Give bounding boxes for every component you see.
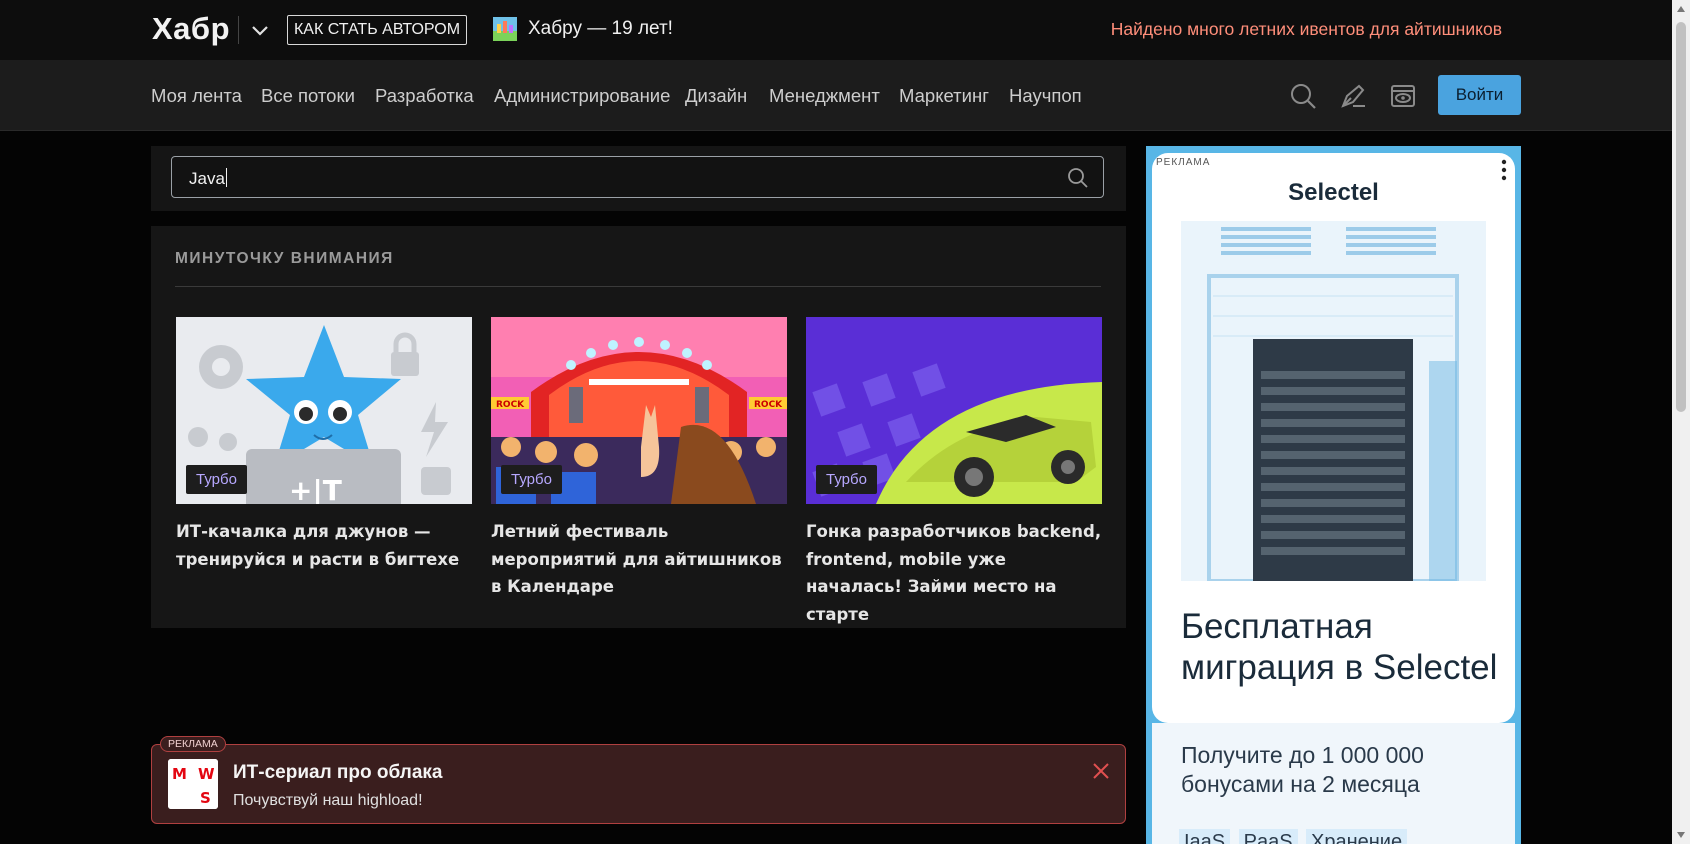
- card-tag[interactable]: Турбо: [501, 465, 562, 494]
- card-image[interactable]: +|T Турбо: [176, 317, 472, 504]
- divider: [175, 286, 1101, 287]
- card-title[interactable]: ИТ-качалка для джунов — тренируйся и рас…: [176, 518, 472, 573]
- ad-title[interactable]: ИТ-сериал про облака: [233, 762, 442, 784]
- nav-item-my-feed[interactable]: Моя лента: [151, 85, 242, 107]
- become-author-button[interactable]: КАК СТАТЬ АВТОРОМ: [287, 15, 467, 45]
- ad-tags: IaaS PaaS Хранение: [1179, 829, 1411, 844]
- nav-item-design[interactable]: Дизайн: [685, 85, 747, 107]
- habr-logo[interactable]: Хабр: [152, 11, 230, 47]
- mws-logo: M W S: [168, 759, 218, 809]
- nav-item-popsci[interactable]: Научпоп: [1009, 85, 1082, 107]
- selectel-logo: Selectel: [1288, 179, 1379, 206]
- promo-card[interactable]: +|T Турбо ИТ-качалка для джунов — тренир…: [176, 317, 472, 573]
- search-icon[interactable]: [1067, 167, 1089, 189]
- write-article-icon[interactable]: [1339, 82, 1367, 110]
- svg-text:S: S: [200, 789, 211, 807]
- login-button[interactable]: Войти: [1438, 75, 1521, 115]
- bottom-ad-banner[interactable]: РЕКЛАМА M W S ИТ-сериал про облака Почув…: [151, 736, 1126, 824]
- svg-text:W: W: [198, 765, 215, 783]
- nav-item-administration[interactable]: Администрирование: [494, 85, 670, 107]
- ad-subtitle[interactable]: Почувствуй наш highload!: [233, 792, 423, 810]
- svg-text:+|T: +|T: [289, 474, 342, 504]
- anniversary-link[interactable]: Хабру — 19 лет!: [528, 18, 673, 40]
- scroll-thumb[interactable]: [1676, 22, 1686, 412]
- card-tag[interactable]: Турбо: [186, 465, 247, 494]
- attention-section: МИНУТОЧКУ ВНИМАНИЯ +|T Турбо ИТ-качалка …: [151, 226, 1126, 628]
- card-title[interactable]: Гонка разработчиков backend, frontend, m…: [806, 518, 1102, 628]
- scroll-down-arrow[interactable]: [1677, 832, 1685, 838]
- nav-item-all-streams[interactable]: Все потоки: [261, 85, 355, 107]
- card-image[interactable]: Турбо: [806, 317, 1102, 504]
- ad-tag: Хранение: [1306, 829, 1408, 844]
- server-rack-illustration: [1181, 221, 1486, 581]
- search-input-value[interactable]: Java: [189, 169, 225, 188]
- chevron-down-icon[interactable]: [248, 18, 272, 42]
- habr-anniversary-icon[interactable]: [492, 16, 518, 42]
- svg-text:M: M: [172, 765, 187, 783]
- search-icon[interactable]: [1289, 82, 1317, 110]
- ad-subtitle[interactable]: Получите до 1 000 000 бонусами на 2 меся…: [1181, 741, 1501, 799]
- section-title: МИНУТОЧКУ ВНИМАНИЯ: [175, 250, 394, 267]
- promo-link[interactable]: Найдено много летних ивентов для айтишни…: [1111, 19, 1502, 40]
- promo-card[interactable]: Турбо Гонка разработчиков backend, front…: [806, 317, 1102, 628]
- card-title[interactable]: Летний фестиваль мероприятий для айтишни…: [491, 518, 787, 601]
- nav-item-marketing[interactable]: Маркетинг: [899, 85, 989, 107]
- search-panel: Java: [151, 146, 1126, 211]
- page-scrollbar[interactable]: [1672, 0, 1690, 844]
- ad-label: РЕКЛАМА: [160, 736, 226, 752]
- card-tag[interactable]: Турбо: [816, 465, 877, 494]
- logo-divider: [238, 16, 239, 44]
- reading-mode-icon[interactable]: [1389, 82, 1417, 110]
- ad-tag: PaaS: [1238, 829, 1298, 844]
- search-input[interactable]: Java: [171, 156, 1104, 198]
- ad-headline[interactable]: Бесплатная миграция в Selectel: [1181, 606, 1501, 688]
- ad-label: РЕКЛАМА: [1156, 157, 1211, 168]
- svg-text:ROCK: ROCK: [496, 400, 525, 410]
- main-nav: Моя лента Все потоки Разработка Админист…: [0, 60, 1672, 131]
- nav-item-management[interactable]: Менеджмент: [769, 85, 880, 107]
- nav-item-development[interactable]: Разработка: [375, 85, 474, 107]
- promo-card[interactable]: ROCK ROCK Турбо Летний фестиваль меропри…: [491, 317, 787, 601]
- more-options-icon[interactable]: [1501, 159, 1507, 181]
- scroll-up-arrow[interactable]: [1677, 6, 1685, 12]
- close-icon[interactable]: [1091, 761, 1111, 781]
- svg-text:ROCK: ROCK: [754, 400, 783, 410]
- top-bar: Хабр КАК СТАТЬ АВТОРОМ Хабру — 19 лет! Н…: [0, 0, 1672, 60]
- ad-tag: IaaS: [1179, 829, 1231, 844]
- card-image[interactable]: ROCK ROCK Турбо: [491, 317, 787, 504]
- side-ad-banner[interactable]: РЕКЛАМА Selectel Бесплатная миграция в S: [1146, 146, 1521, 844]
- text-caret: [225, 168, 227, 187]
